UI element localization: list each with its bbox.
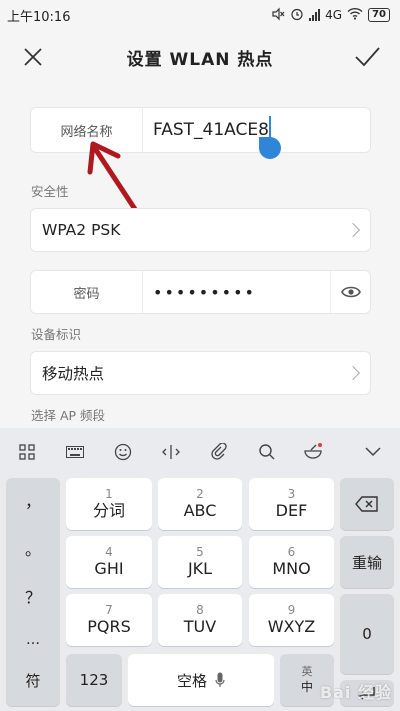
key-number: 4 xyxy=(105,545,113,559)
reenter-button[interactable]: 重输 xyxy=(340,536,394,588)
key-number: 8 xyxy=(196,603,204,617)
clipboard-link-icon[interactable] xyxy=(208,441,230,463)
network-type: 4G xyxy=(325,8,343,22)
key-number: 2 xyxy=(196,487,204,501)
key-letters: WXYZ xyxy=(267,617,316,636)
security-select[interactable]: WPA2 PSK xyxy=(30,208,371,252)
chevron-right-icon xyxy=(345,222,361,238)
keyboard: ， 。 ？ … 1 分词 2 ABC 3 DEF 4 GHI 5 JKL 6 MNO 7 PQ… xyxy=(0,428,400,711)
number-mode-label: 123 xyxy=(79,671,109,689)
page-title: 设置 WLAN 热点 xyxy=(126,49,274,70)
key-number: 6 xyxy=(287,545,296,559)
key-comma[interactable]: ， xyxy=(6,488,60,512)
key-letters: 分词 xyxy=(92,501,125,520)
cursor-handle[interactable] xyxy=(259,137,281,159)
key-ellipsis[interactable]: … xyxy=(6,632,60,648)
microphone-icon xyxy=(215,672,225,687)
key-number: 3 xyxy=(287,487,296,501)
key-2[interactable]: 2 ABC xyxy=(158,478,242,530)
keyboard-layout-icon[interactable] xyxy=(64,441,86,463)
wifi-icon xyxy=(347,7,363,23)
key-5[interactable]: 5 JKL xyxy=(158,536,242,588)
key-9[interactable]: 9 WXYZ xyxy=(249,594,334,646)
key-letters: GHI xyxy=(94,559,124,578)
key-6[interactable]: 6 MNO xyxy=(249,536,334,588)
symbol-key[interactable]: 符 xyxy=(6,654,60,706)
key-8[interactable]: 8 TUV xyxy=(158,594,242,646)
status-bar: 上午10:16 4G 70 xyxy=(0,0,400,30)
ssid-input[interactable]: FAST_41ACE8 xyxy=(153,108,269,152)
check-icon xyxy=(355,47,380,67)
lang-bottom-label: 中 xyxy=(300,680,313,694)
punctuation-column: ， 。 ？ … xyxy=(6,478,60,674)
keyboard-toolbar xyxy=(0,428,400,474)
emoji-icon[interactable] xyxy=(112,441,134,463)
key-7[interactable]: 7 PQRS xyxy=(66,594,152,646)
watermark: Bai 经验 xyxy=(319,683,392,702)
key-number: 5 xyxy=(196,545,204,559)
key-letters: DEF xyxy=(275,501,308,520)
confirm-button[interactable] xyxy=(352,42,382,72)
signal-icon xyxy=(309,9,321,21)
reenter-label: 重输 xyxy=(351,553,382,572)
key-letters: PQRS xyxy=(87,617,131,636)
password-label: 密码 xyxy=(31,271,143,313)
close-icon xyxy=(24,48,42,66)
show-password-button[interactable] xyxy=(330,271,370,313)
mute-icon xyxy=(271,7,285,24)
eye-icon xyxy=(340,286,361,298)
cursor-move-icon[interactable] xyxy=(160,441,182,463)
key-number: 7 xyxy=(105,603,113,617)
backspace-icon xyxy=(355,496,378,512)
zero-label: 0 xyxy=(362,625,372,643)
zero-key[interactable]: 0 xyxy=(340,594,394,674)
status-time: 上午10:16 xyxy=(7,9,71,25)
key-3[interactable]: 3 DEF xyxy=(249,478,334,530)
security-value: WPA2 PSK xyxy=(42,221,121,239)
chevron-right-icon xyxy=(345,365,361,381)
collapse-keyboard-icon[interactable] xyxy=(362,441,384,463)
battery-indicator: 70 xyxy=(368,8,390,22)
alarm-icon xyxy=(290,7,304,24)
password-input[interactable]: ••••••••• xyxy=(153,271,256,313)
key-letters: MNO xyxy=(272,559,311,578)
status-icons: 4G 70 xyxy=(271,7,390,24)
device-section-label: 设备标识 xyxy=(31,327,82,342)
bowl-icon[interactable] xyxy=(302,441,324,463)
number-mode-key[interactable]: 123 xyxy=(66,654,122,706)
space-label: 空格 xyxy=(176,671,207,690)
key-1[interactable]: 1 分词 xyxy=(66,478,152,530)
title-bar: 设置 WLAN 热点 xyxy=(0,30,400,84)
key-question[interactable]: ？ xyxy=(6,584,60,608)
key-number: 1 xyxy=(105,487,113,501)
grid-menu-icon[interactable] xyxy=(16,441,38,463)
search-icon[interactable] xyxy=(256,441,278,463)
device-select[interactable]: 移动热点 xyxy=(30,351,371,395)
device-value: 移动热点 xyxy=(42,365,105,383)
key-letters: ABC xyxy=(183,501,217,520)
lang-top-label: 英 xyxy=(301,665,313,678)
key-letters: TUV xyxy=(183,617,217,636)
key-letters: JKL xyxy=(187,559,213,578)
key-period[interactable]: 。 xyxy=(6,536,60,560)
backspace-button[interactable] xyxy=(340,478,394,530)
close-button[interactable] xyxy=(18,42,48,72)
key-number: 9 xyxy=(287,603,296,617)
band-section-label: 选择 AP 频段 xyxy=(31,408,106,423)
space-key[interactable]: 空格 xyxy=(128,654,274,706)
security-section-label: 安全性 xyxy=(31,184,69,199)
symbol-label: 符 xyxy=(25,671,41,690)
password-field[interactable]: 密码 ••••••••• xyxy=(30,270,371,314)
key-4[interactable]: 4 GHI xyxy=(66,536,152,588)
